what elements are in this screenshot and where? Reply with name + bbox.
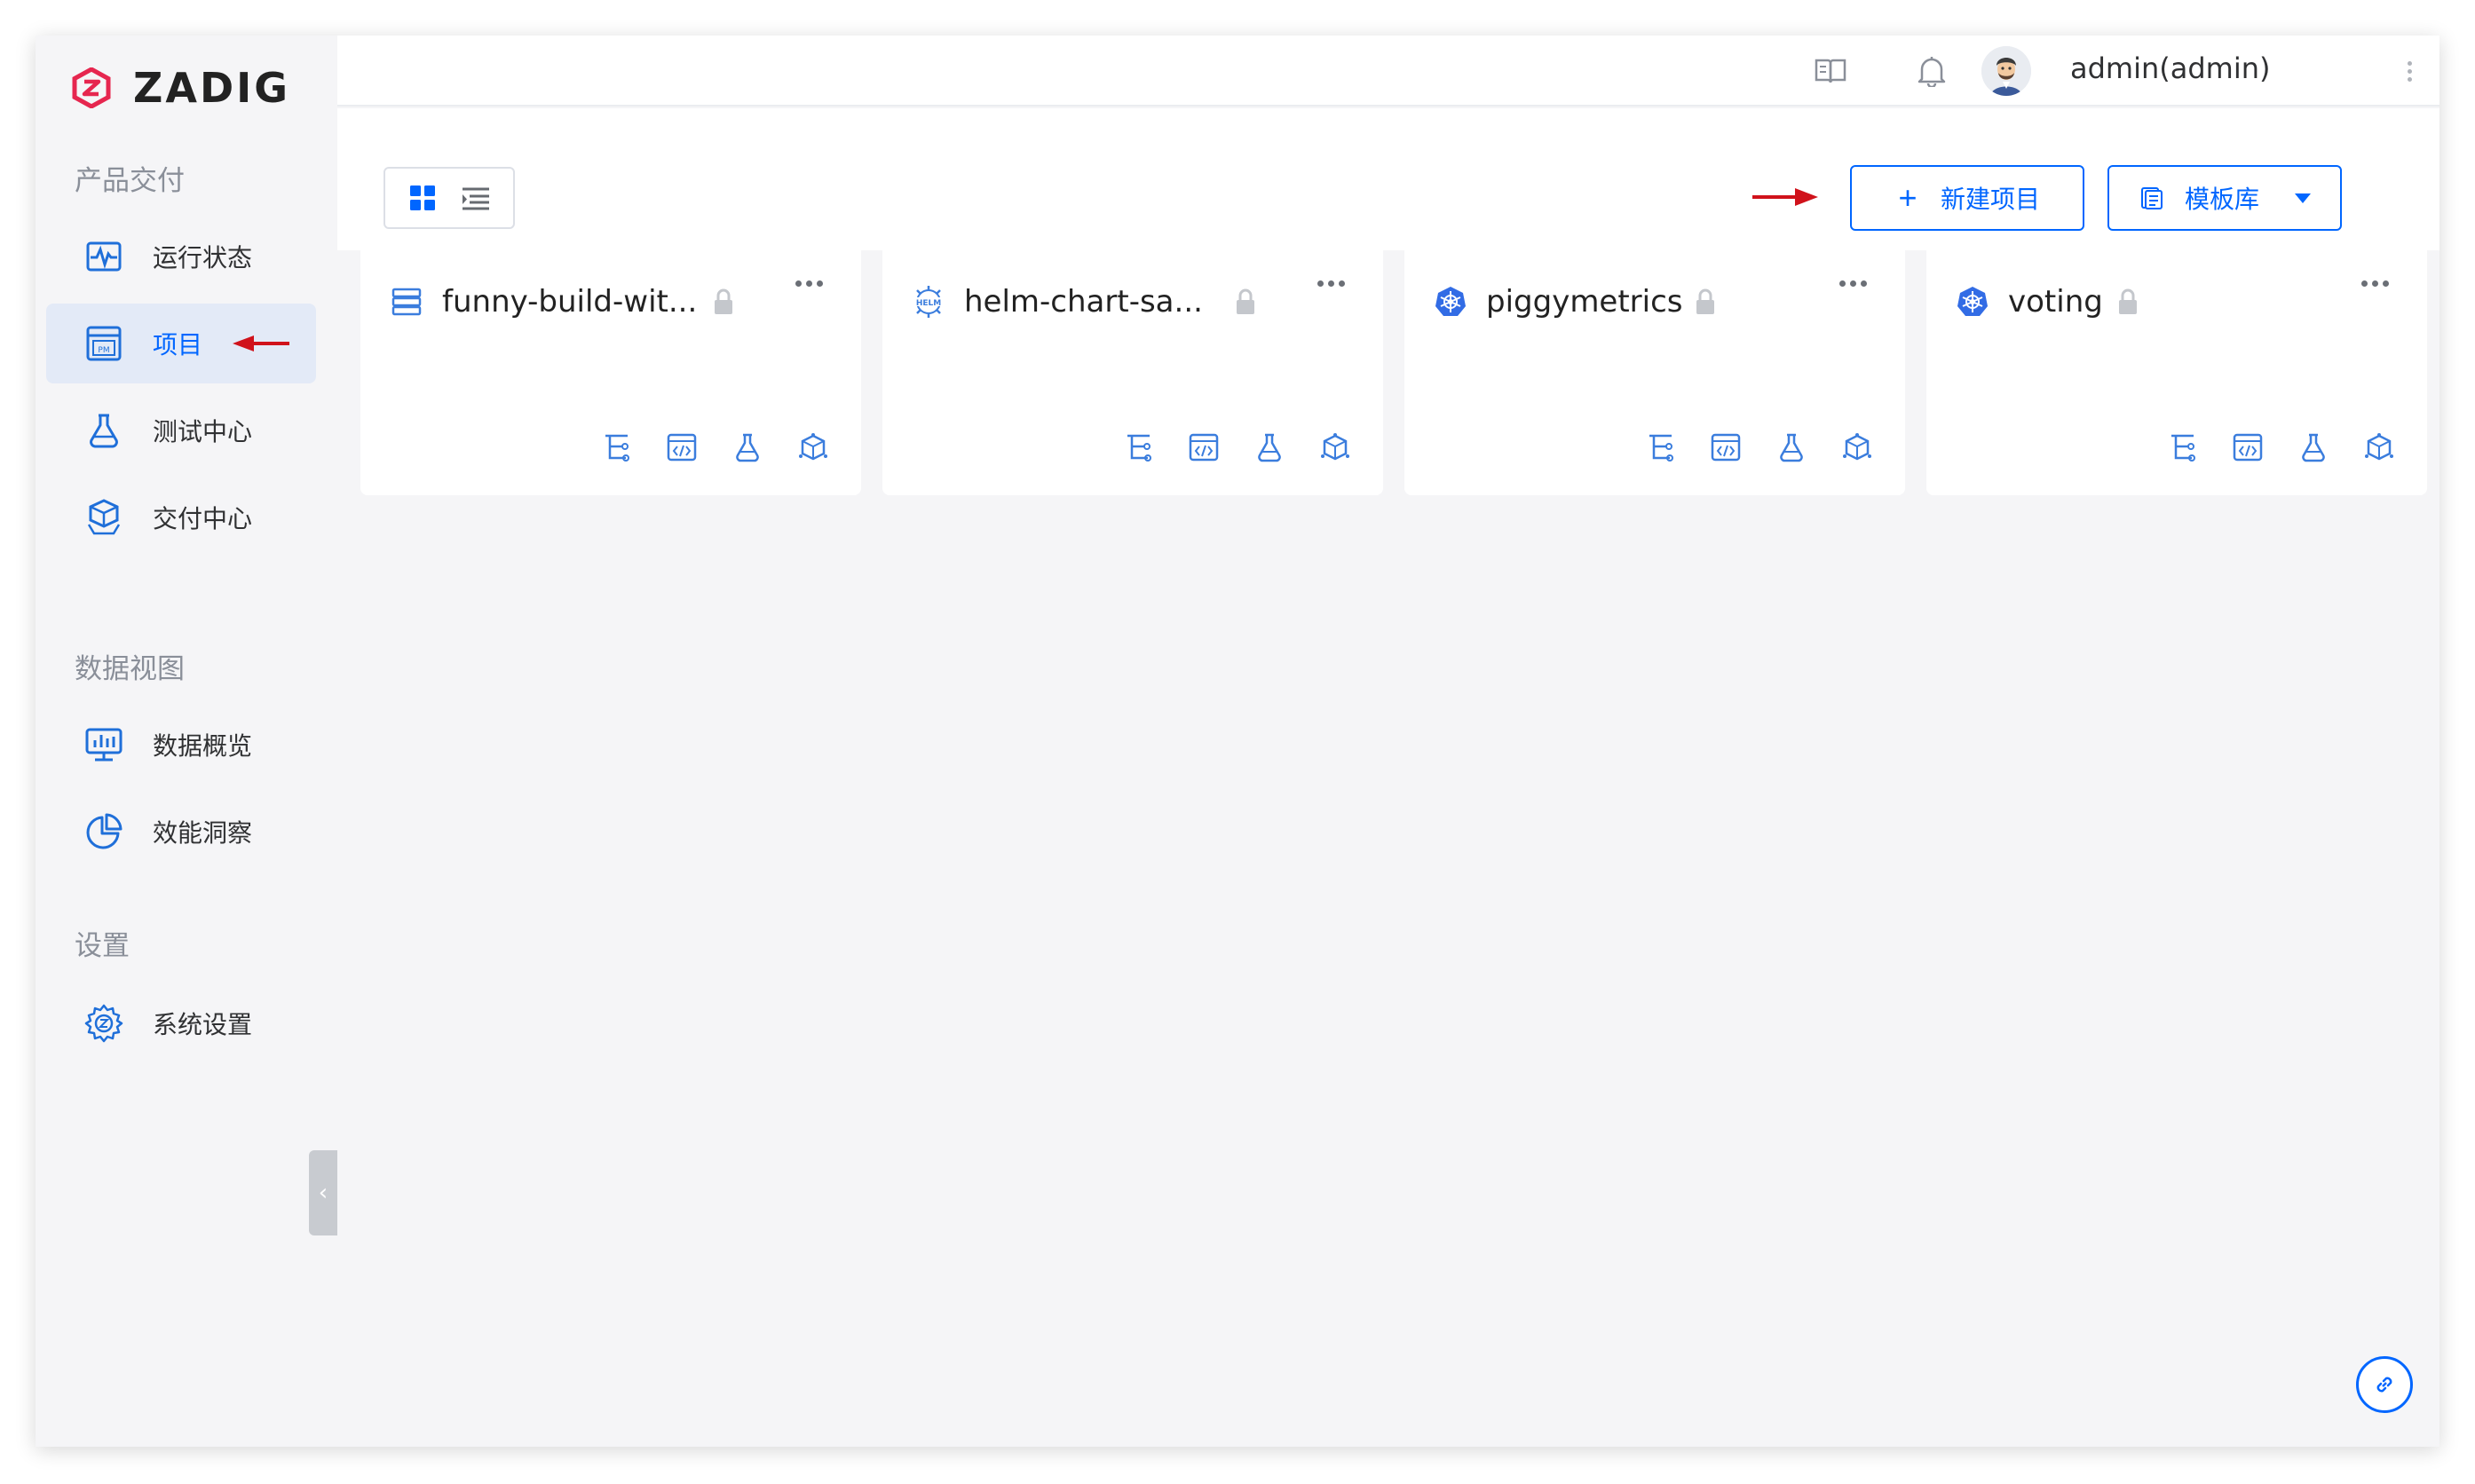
test-flask-icon[interactable]	[1253, 431, 1285, 463]
more-horizontal-icon[interactable]	[2361, 280, 2389, 287]
app-window: ZADIG 产品交付 运行状态 PM 项目 测试中心 交付中心 数据视图 数据概…	[36, 36, 2439, 1447]
card-actions	[1122, 431, 1351, 463]
book-icon[interactable]	[1813, 53, 1848, 89]
kubernetes-icon	[1433, 284, 1468, 320]
section-title-settings: 设置	[75, 930, 130, 962]
environment-cube-icon[interactable]	[797, 431, 829, 463]
zadig-logo-icon	[72, 67, 111, 108]
test-flask-icon[interactable]	[1775, 431, 1807, 463]
project-toolbar: + 新建项目 模板库	[337, 108, 2439, 250]
environment-cube-icon[interactable]	[1841, 431, 1873, 463]
bell-icon[interactable]	[1914, 53, 1949, 89]
sidebar-item-efficiency-insight[interactable]: 效能洞察	[46, 792, 316, 872]
gear-icon	[83, 1003, 124, 1044]
grid-view-icon[interactable]	[402, 178, 443, 218]
template-library-label: 模板库	[2184, 186, 2259, 213]
project-name[interactable]: piggymetrics	[1486, 284, 1683, 320]
code-service-icon[interactable]	[1710, 431, 1742, 463]
sidebar-item-label: 数据概览	[153, 731, 253, 761]
environment-cube-icon[interactable]	[1319, 431, 1351, 463]
new-project-label: 新建项目	[1940, 186, 2040, 213]
link-help-button[interactable]	[2356, 1356, 2413, 1413]
chevron-left-icon: ‹	[318, 1180, 328, 1206]
list-view-icon[interactable]	[455, 178, 496, 218]
sidebar-item-label: 运行状态	[153, 243, 253, 272]
sidebar-item-delivery-center[interactable]: 交付中心	[46, 478, 316, 557]
project-name[interactable]: voting	[2008, 284, 2103, 320]
link-icon	[2376, 1377, 2392, 1393]
sidebar-item-projects[interactable]: PM 项目	[46, 304, 316, 383]
sidebar-item-data-overview[interactable]: 数据概览	[46, 705, 316, 785]
test-flask-icon[interactable]	[2297, 431, 2329, 463]
code-service-icon[interactable]	[2232, 431, 2264, 463]
kubernetes-icon	[1955, 284, 1990, 320]
lock-icon	[2119, 288, 2137, 314]
more-vertical-icon[interactable]	[2400, 53, 2418, 89]
project-card[interactable]: piggymetrics	[1404, 238, 1905, 495]
server-stack-icon	[389, 284, 424, 320]
section-title-data-view: 数据视图	[75, 653, 185, 685]
caret-down-icon	[2295, 193, 2311, 203]
environment-cube-icon[interactable]	[2363, 431, 2395, 463]
sidebar-item-runtime-status[interactable]: 运行状态	[46, 217, 316, 296]
lock-icon	[1237, 288, 1254, 314]
more-horizontal-icon[interactable]	[1317, 280, 1345, 287]
username[interactable]: admin(admin)	[2070, 51, 2271, 85]
logo-text: ZADIG	[133, 64, 291, 112]
sidebar: ZADIG 产品交付 运行状态 PM 项目 测试中心 交付中心 数据视图 数据概…	[36, 36, 337, 1447]
workflow-icon[interactable]	[600, 431, 632, 463]
project-name[interactable]: funny-build-wit...	[442, 284, 697, 320]
sidebar-item-label: 交付中心	[153, 504, 253, 533]
flask-icon	[83, 410, 124, 451]
lock-icon	[1696, 288, 1714, 314]
svg-text:PM: PM	[98, 346, 109, 355]
view-mode-toggle	[384, 167, 515, 229]
more-horizontal-icon[interactable]	[795, 280, 823, 287]
card-actions	[600, 431, 829, 463]
box-hand-icon	[83, 497, 124, 538]
red-arrow-left-annotation	[233, 335, 290, 351]
sidebar-item-label: 系统设置	[153, 1010, 253, 1039]
pie-chart-icon	[83, 811, 124, 852]
code-service-icon[interactable]	[666, 431, 698, 463]
project-pm-icon: PM	[83, 323, 124, 364]
sidebar-item-system-settings[interactable]: 系统设置	[46, 983, 316, 1063]
project-card[interactable]: funny-build-wit...	[360, 238, 861, 495]
template-library-dropdown[interactable]: 模板库	[2107, 165, 2342, 231]
lock-icon	[715, 288, 732, 314]
more-horizontal-icon[interactable]	[1839, 280, 1867, 287]
project-card[interactable]: HELM helm-chart-sa...	[882, 238, 1383, 495]
top-header: admin(admin)	[337, 36, 2439, 107]
sidebar-item-label: 效能洞察	[153, 818, 253, 848]
helm-icon: HELM	[911, 284, 946, 320]
template-doc-icon	[2139, 185, 2165, 211]
card-actions	[2166, 431, 2395, 463]
workflow-icon[interactable]	[1644, 431, 1676, 463]
test-flask-icon[interactable]	[731, 431, 763, 463]
pulse-monitor-icon	[83, 236, 124, 277]
svg-text:HELM: HELM	[916, 299, 941, 308]
bar-chart-monitor-icon	[83, 724, 124, 765]
sidebar-item-label: 测试中心	[153, 417, 253, 446]
sidebar-collapse-handle[interactable]: ‹	[309, 1150, 337, 1235]
avatar[interactable]	[1981, 46, 2031, 96]
sidebar-item-label: 项目	[153, 330, 203, 359]
logo[interactable]: ZADIG	[71, 60, 290, 115]
workflow-icon[interactable]	[1122, 431, 1154, 463]
new-project-button[interactable]: + 新建项目	[1850, 165, 2084, 231]
sidebar-item-test-center[interactable]: 测试中心	[46, 391, 316, 470]
section-title-delivery: 产品交付	[75, 165, 185, 197]
card-actions	[1644, 431, 1873, 463]
project-card[interactable]: voting	[1926, 238, 2427, 495]
project-name[interactable]: helm-chart-sa...	[964, 284, 1203, 320]
plus-icon: +	[1898, 179, 1918, 216]
workflow-icon[interactable]	[2166, 431, 2198, 463]
red-arrow-right-annotation	[1752, 188, 1818, 206]
code-service-icon[interactable]	[1188, 431, 1220, 463]
